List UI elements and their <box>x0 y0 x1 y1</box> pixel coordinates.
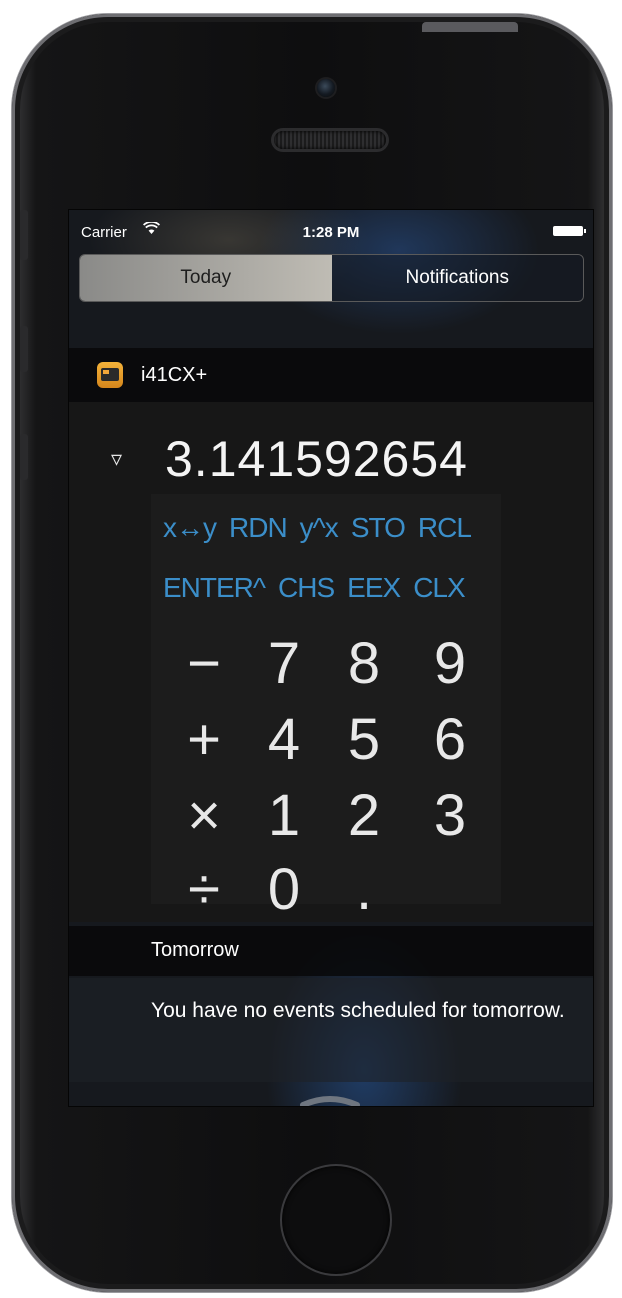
front-camera <box>317 79 335 97</box>
enter-key[interactable]: ENTER^ <box>163 572 266 604</box>
divide-key[interactable]: ÷ <box>169 852 239 928</box>
function-row-2: ENTER^ CHS EEX CLX <box>163 572 478 604</box>
keypad: x↔y RDN y^x STO RCL ENTER^ CHS EEX CLX − 7 8 9 … <box>151 494 501 922</box>
digit-2-key[interactable]: 2 <box>329 778 399 854</box>
calculator-widget: ▿ 3.141592654 x↔y RDN y^x STO RCL ENTER^ CHS E… <box>69 402 593 922</box>
digit-6-key[interactable]: 6 <box>415 702 485 778</box>
add-key[interactable]: + <box>169 702 239 778</box>
swap-xy-key[interactable]: x↔y <box>163 512 217 544</box>
clx-key[interactable]: CLX <box>413 572 465 604</box>
multiply-key[interactable]: × <box>169 778 239 854</box>
screen: Carrier 1:28 PM Today Notifications i41C… <box>68 209 594 1107</box>
eex-key[interactable]: EEX <box>347 572 401 604</box>
number-row-4: ÷ 0 . <box>151 852 501 928</box>
digit-3-key[interactable]: 3 <box>415 778 485 854</box>
tomorrow-summary: You have no events scheduled for tomorro… <box>69 978 593 1082</box>
subtract-key[interactable]: − <box>169 626 239 702</box>
digit-5-key[interactable]: 5 <box>329 702 399 778</box>
collapse-toggle-icon[interactable]: ▿ <box>111 446 122 472</box>
power-key[interactable]: y^x <box>300 512 339 544</box>
tomorrow-message: You have no events scheduled for tomorro… <box>151 999 565 1022</box>
function-row-1: x↔y RDN y^x STO RCL <box>163 512 484 544</box>
tab-today[interactable]: Today <box>80 255 332 301</box>
decimal-point-key[interactable]: . <box>329 852 399 928</box>
close-handle-icon[interactable] <box>299 1094 361 1106</box>
volume-down-button <box>20 434 28 480</box>
widget-app-name: i41CX+ <box>141 363 208 386</box>
calculator-app-icon <box>97 362 123 388</box>
sto-key[interactable]: STO <box>351 512 406 544</box>
digit-4-key[interactable]: 4 <box>249 702 319 778</box>
digit-8-key[interactable]: 8 <box>329 626 399 702</box>
number-row-2: + 4 5 6 <box>151 702 501 778</box>
earpiece-speaker <box>274 131 386 149</box>
chs-key[interactable]: CHS <box>278 572 335 604</box>
mute-switch <box>20 210 28 260</box>
tomorrow-header: Tomorrow <box>69 926 593 976</box>
widget-header[interactable]: i41CX+ <box>69 348 593 402</box>
volume-up-button <box>20 326 28 372</box>
digit-9-key[interactable]: 9 <box>415 626 485 702</box>
rcl-key[interactable]: RCL <box>418 512 472 544</box>
battery-icon <box>553 226 586 236</box>
digit-7-key[interactable]: 7 <box>249 626 319 702</box>
digit-0-key[interactable]: 0 <box>249 852 319 928</box>
tomorrow-title: Tomorrow <box>151 939 239 961</box>
phone-frame: Carrier 1:28 PM Today Notifications i41C… <box>12 14 612 1292</box>
digit-1-key[interactable]: 1 <box>249 778 319 854</box>
calculator-display: 3.141592654 <box>165 431 468 487</box>
today-notifications-switcher: Today Notifications <box>79 254 584 302</box>
number-row-1: − 7 8 9 <box>151 626 501 702</box>
number-row-3: × 1 2 3 <box>151 778 501 854</box>
rdn-key[interactable]: RDN <box>229 512 288 544</box>
status-bar: Carrier 1:28 PM <box>69 210 593 250</box>
clock: 1:28 PM <box>302 224 360 241</box>
home-button[interactable] <box>280 1164 392 1276</box>
power-button <box>422 22 518 32</box>
tab-notifications[interactable]: Notifications <box>331 255 583 301</box>
